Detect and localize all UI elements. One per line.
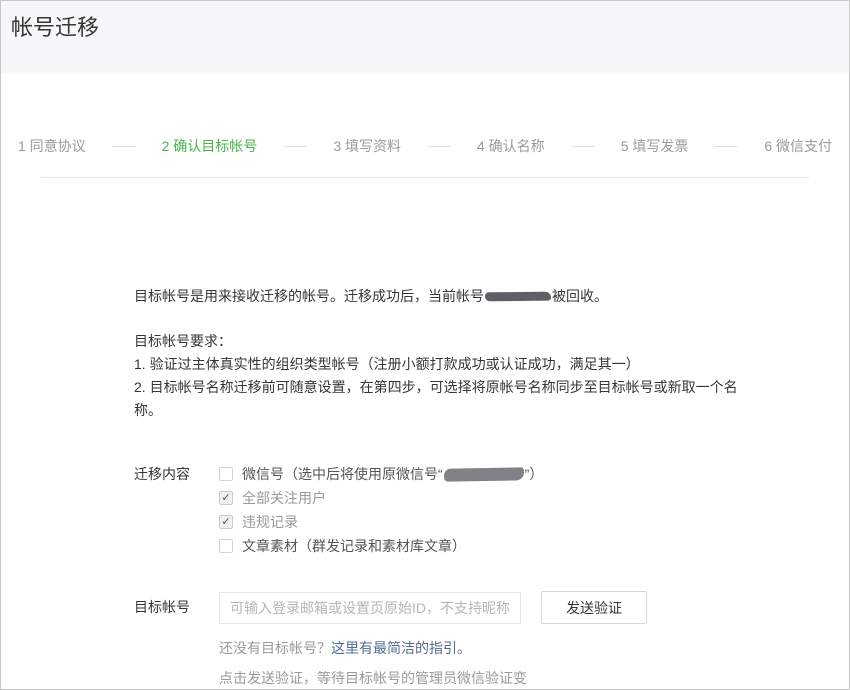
checkbox-all-followers[interactable]: ✓ [219,491,233,505]
intro-paragraph: 目标帐号是用来接收迁移的帐号。迁移成功后，当前帐号 被回收。 [134,285,744,307]
target-account-content: 发送验证 还没有目标帐号？这里有最简洁的指引。 点击发送验证，等待目标帐号的管理… [219,591,647,690]
guide-link[interactable]: 这里有最简洁的指引。 [331,640,471,656]
step-1-agree: 1 同意协议 [18,136,86,156]
option-violation-records[interactable]: ✓ 违规记录 [219,510,543,534]
option-wechat-id-text-after: ”） [525,466,544,482]
intro-section: 目标帐号是用来接收迁移的帐号。迁移成功后，当前帐号 被回收。 目标帐号要求： 1.… [134,285,744,422]
option-all-followers[interactable]: ✓ 全部关注用户 [219,486,543,510]
migrate-content-label: 迁移内容 [134,462,219,486]
checkmark-icon: ✓ [221,493,230,504]
help-line: 还没有目标帐号？这里有最简洁的指引。 [219,637,647,659]
checkmark-icon: ✓ [221,517,230,528]
step-5-invoice: 5 填写发票 [621,136,689,156]
requirement-item-2: 2. 目标帐号名称迁移前可随意设置，在第四步，可选择将原帐号名称同步至目标帐号或… [134,376,739,422]
target-account-input[interactable] [219,592,521,624]
checkbox-violation-records[interactable]: ✓ [219,515,233,529]
option-wechat-id[interactable]: 微信号（选中后将使用原微信号“ ”） [219,462,543,486]
requirements-heading: 目标帐号要求： [134,330,739,353]
steps-bar: 1 同意协议 2 确认目标帐号 3 填写资料 4 确认名称 5 填写发票 6 微… [1,136,849,156]
step-separator [428,146,450,147]
migrate-content-row: 迁移内容 微信号（选中后将使用原微信号“ ”） ✓ 全部关注用户 ✓ 违规记录 文… [134,462,849,558]
checkbox-wechat-id[interactable] [219,467,233,481]
account-migration-page: 帐号迁移 1 同意协议 2 确认目标帐号 3 填写资料 4 确认名称 5 填写发… [0,0,850,690]
intro-text-after: 被回收。 [552,288,608,304]
redacted-current-account-scribble [485,291,551,301]
requirements-block: 目标帐号要求： 1. 验证过主体真实性的组织类型帐号（注册小额打款成功或认证成功… [134,330,739,422]
page-title: 帐号迁移 [11,10,849,42]
requirement-item-1: 1. 验证过主体真实性的组织类型帐号（注册小额打款成功或认证成功，满足其一） [134,353,739,376]
step-6-wechat-pay: 6 微信支付 [764,136,832,156]
target-account-label: 目标帐号 [134,591,219,623]
target-account-input-line: 发送验证 [219,591,647,624]
step-separator [113,146,135,147]
option-all-followers-label: 全部关注用户 [242,488,326,508]
redacted-wechat-id-scribble [444,467,524,481]
step-separator [572,146,594,147]
option-wechat-id-text-before: 微信号（选中后将使用原微信号“ [242,466,443,482]
steps-divider [41,177,809,178]
option-article-material[interactable]: 文章素材（群发记录和素材库文章） [219,534,543,558]
help-note: 点击发送验证，等待目标帐号的管理员微信验证变更操作。目标帐号每天最多提交5次，请… [219,666,531,690]
target-account-row: 目标帐号 发送验证 还没有目标帐号？这里有最简洁的指引。 点击发送验证，等待目标… [134,591,849,690]
page-header: 帐号迁移 [1,1,849,73]
migrate-options: 微信号（选中后将使用原微信号“ ”） ✓ 全部关注用户 ✓ 违规记录 文章素材（群… [219,462,543,558]
send-verification-button[interactable]: 发送验证 [541,591,647,624]
option-wechat-id-label: 微信号（选中后将使用原微信号“ ”） [242,464,543,484]
step-separator [284,146,306,147]
help-question-text: 还没有目标帐号？ [219,640,331,656]
intro-text-before: 目标帐号是用来接收迁移的帐号。迁移成功后，当前帐号 [134,288,484,304]
option-violation-records-label: 违规记录 [242,512,298,532]
checkbox-article-material[interactable] [219,539,233,553]
step-2-confirm-target: 2 确认目标帐号 [162,136,258,156]
step-4-confirm-name: 4 确认名称 [477,136,545,156]
step-separator [715,146,737,147]
option-article-material-label: 文章素材（群发记录和素材库文章） [242,536,466,556]
step-3-fill-info: 3 填写资料 [333,136,401,156]
